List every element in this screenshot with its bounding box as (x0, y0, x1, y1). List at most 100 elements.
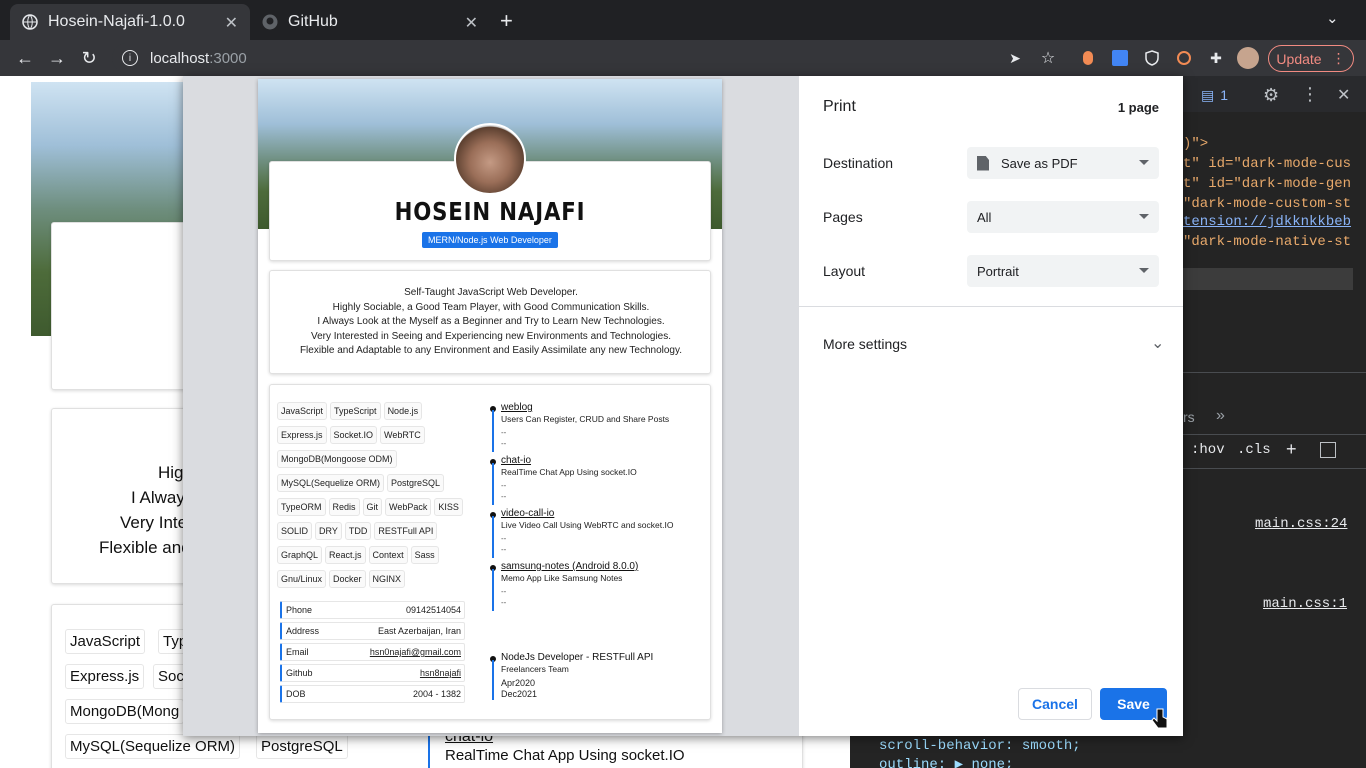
placeholder-dash: -- (501, 545, 507, 554)
reload-icon[interactable]: ↻ (78, 47, 100, 69)
project-item: chat-io RealTime Chat App Using socket.I… (490, 455, 700, 505)
project-desc: RealTime Chat App Using socket.IO (501, 467, 637, 477)
skill-chip: JavaScript (65, 629, 146, 654)
layout-select[interactable]: Portrait (967, 255, 1159, 287)
skills-card: JavaScript TypeScript Node.js Express.js So… (269, 384, 711, 720)
placeholder-dash: -- (501, 598, 507, 607)
code-line: t" id="dark-mode-gen (1183, 176, 1352, 192)
back-arrow-icon[interactable]: ← (14, 47, 36, 69)
code-line: "dark-mode-native-st (1183, 234, 1352, 250)
message-icon: ▤ (1201, 86, 1215, 103)
skill-chip: JavaScript (277, 402, 328, 420)
pages-select[interactable]: All (967, 201, 1159, 233)
skill-chip: Context (368, 546, 408, 564)
new-tab-button[interactable]: + (500, 8, 513, 34)
project-item: video-call-io Live Video Call Using WebR… (490, 508, 700, 558)
cancel-button[interactable]: Cancel (1018, 688, 1092, 720)
print-title: Print (823, 98, 856, 115)
project-desc: Memo App Like Samsung Notes (501, 573, 623, 583)
tab-title: GitHub (288, 13, 338, 30)
skill-chip: GraphQL (277, 546, 323, 564)
dropdown-arrow-icon (1139, 268, 1149, 273)
placeholder-dash: -- (501, 428, 507, 437)
project-title[interactable]: samsung-notes (Android 8.0.0) (501, 561, 638, 572)
chevron-down-icon[interactable]: ⌄ (1151, 333, 1164, 353)
about-line: Highly Sociable, a Good Team Player, wit… (332, 301, 650, 313)
info-icon[interactable]: i (122, 50, 138, 66)
skill-chip: Gnu/Linux (277, 570, 327, 588)
devtools-tab[interactable]: rs (1183, 409, 1195, 425)
extension-icon[interactable] (1175, 49, 1193, 67)
hand-cursor-icon (1151, 708, 1169, 732)
divider (1183, 434, 1366, 435)
code-line: )"> (1183, 136, 1209, 152)
resume-name: HOSEIN NAJAFI (394, 197, 586, 226)
sidebar-toggle-icon[interactable] (1320, 442, 1336, 458)
project-title[interactable]: chat-io (501, 455, 531, 466)
experience-end: Dec2021 (501, 689, 538, 699)
avatar[interactable] (1237, 47, 1259, 69)
project-title[interactable]: video-call-io (501, 508, 554, 519)
skill-chip: Node.js (383, 402, 423, 420)
css-property: scroll-behavior: smooth; (879, 738, 1081, 754)
plus-icon[interactable]: + (1286, 439, 1297, 460)
skill-chip: TypeORM (277, 498, 326, 516)
tab-github[interactable]: GitHub ✕ (250, 4, 490, 40)
skill-chip: DRY (315, 522, 342, 540)
code-link[interactable]: tension://jdkknkkbeb (1183, 214, 1351, 230)
skill-chip: Sass (410, 546, 439, 564)
dropdown-arrow-icon (1139, 160, 1149, 165)
translate-icon[interactable] (1111, 49, 1129, 67)
avatar (454, 123, 526, 195)
document-icon (977, 155, 989, 171)
skill-chip: React.js (325, 546, 366, 564)
placeholder-dash: -- (501, 534, 507, 543)
info-row-dob: DOB 2004 - 1382 (280, 685, 465, 703)
star-icon[interactable]: ☆ (1039, 49, 1057, 67)
project-item: samsung-notes (Android 8.0.0) Memo App L… (490, 561, 700, 611)
gear-icon[interactable]: ⚙ (1263, 85, 1279, 106)
skill-chip: KISS (434, 498, 463, 516)
cls-toggle[interactable]: .cls (1237, 442, 1271, 458)
send-icon[interactable]: ➤ (1006, 49, 1024, 67)
css-source-link[interactable]: main.css:24 (1255, 516, 1347, 532)
hov-toggle[interactable]: :hov (1191, 442, 1225, 458)
profile-card (51, 222, 201, 390)
about-line: Self-Taught JavaScript Web Developer. (404, 287, 578, 298)
css-source-link[interactable]: main.css:1 (1263, 596, 1347, 612)
info-row-email[interactable]: Email hsn0najafi@gmail.com (280, 643, 465, 661)
close-icon[interactable]: ✕ (465, 13, 478, 33)
issues-counter[interactable]: ▤ 1 (1201, 85, 1241, 105)
project-desc: Live Video Call Using WebRTC and socket.… (501, 520, 674, 530)
skill-chip: SOLID (277, 522, 313, 540)
about-text: Hig (158, 463, 184, 482)
info-row-address: Address East Azerbaijan, Iran (280, 622, 465, 640)
skill-chip: Docker (329, 570, 366, 588)
about-text: I Alway (131, 488, 185, 507)
project-title[interactable]: weblog (501, 402, 533, 413)
destination-select[interactable]: Save as PDF (967, 147, 1159, 179)
double-chevron-icon[interactable]: » (1216, 407, 1225, 425)
update-button[interactable]: Update ⋮ (1268, 45, 1354, 72)
forward-arrow-icon[interactable]: → (46, 47, 68, 69)
page-count: 1 page (1117, 100, 1159, 115)
experience-title: NodeJs Developer - RESTFull API (501, 652, 654, 663)
more-settings-toggle[interactable]: More settings (823, 336, 907, 352)
url-text: localhost:3000 (150, 49, 247, 67)
preview-page: HOSEIN NAJAFI MERN/Node.js Web Developer… (258, 79, 722, 733)
print-dialog: HOSEIN NAJAFI MERN/Node.js Web Developer… (183, 76, 1183, 736)
skill-chip: WebPack (385, 498, 432, 516)
about-line: Very Interested in Seeing and Experienci… (310, 330, 672, 342)
shield-icon[interactable] (1143, 49, 1161, 67)
tab-resume[interactable]: Hosein-Najafi-1.0.0 ✕ (10, 4, 250, 40)
more-vert-icon[interactable]: ⋮ (1301, 84, 1319, 105)
close-icon[interactable]: ✕ (1337, 85, 1350, 105)
chevron-down-icon[interactable]: ⌄ (1326, 9, 1339, 27)
globe-icon (22, 14, 38, 30)
info-row-github[interactable]: Github hsn8najafi (280, 664, 465, 682)
puzzle-icon[interactable]: ✚ (1207, 49, 1225, 67)
skill-chip: Socket.IO (329, 426, 378, 444)
skill-chip: MongoDB(Mongoose ODM) (277, 450, 397, 468)
extension-icon[interactable] (1079, 49, 1097, 67)
close-icon[interactable]: ✕ (225, 13, 238, 33)
